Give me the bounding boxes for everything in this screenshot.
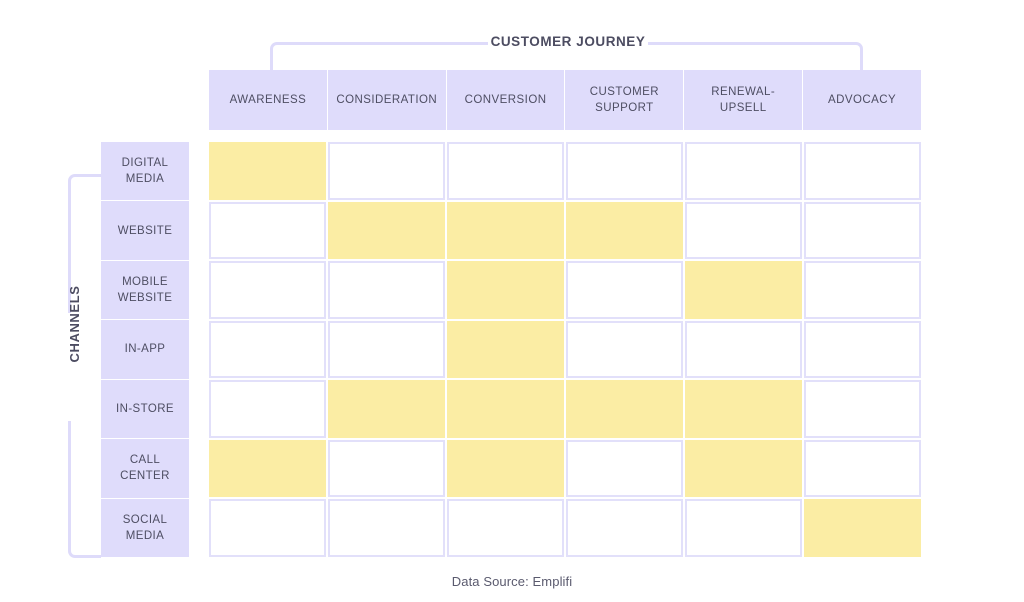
journey-stage-header[interactable]: ADVOCACY [803, 70, 921, 130]
matrix-cell-active[interactable] [685, 439, 802, 498]
journey-stage-header[interactable]: CUSTOMER SUPPORT [565, 70, 684, 130]
matrix-row [209, 142, 921, 200]
matrix-cell-empty[interactable] [328, 142, 445, 200]
matrix-cell-empty[interactable] [804, 320, 921, 379]
journey-stage-header[interactable]: CONVERSION [446, 70, 565, 130]
matrix-cell-empty[interactable] [804, 201, 921, 260]
matrix-cell-active[interactable] [447, 201, 564, 260]
matrix-cell-active[interactable] [209, 142, 326, 200]
matrix-cell-empty[interactable] [447, 142, 564, 200]
matrix-cell-active[interactable] [685, 380, 802, 438]
matrix-cell-active[interactable] [328, 380, 445, 438]
journey-stage-header-row: AWARENESS CONSIDERATION CONVERSION CUSTOMER… [209, 70, 921, 130]
matrix-cell-empty[interactable] [685, 201, 802, 260]
matrix-cell-empty[interactable] [566, 499, 683, 558]
matrix-cell-active[interactable] [804, 499, 921, 558]
matrix-cell-active[interactable] [447, 261, 564, 319]
matrix-cell-active[interactable] [328, 201, 445, 260]
data-source-caption: Data Source: Emplifi [451, 574, 573, 589]
matrix-cell-active[interactable] [566, 201, 683, 260]
matrix-cell-empty[interactable] [209, 499, 326, 558]
channel-label-column: DIGITAL MEDIA WEBSITE MOBILE WEBSITE IN-APP… [101, 142, 189, 557]
journey-bracket-left-arm [270, 42, 488, 70]
matrix-cell-active[interactable] [447, 320, 564, 379]
matrix-cell-empty[interactable] [209, 380, 326, 438]
channel-label[interactable]: MOBILE WEBSITE [101, 260, 189, 320]
channel-label[interactable]: WEBSITE [101, 201, 189, 260]
matrix-cell-active[interactable] [447, 380, 564, 438]
channel-label[interactable]: IN-APP [101, 320, 189, 379]
matrix-cell-empty[interactable] [447, 499, 564, 558]
matrix-cell-active[interactable] [685, 261, 802, 319]
journey-bracket-right-arm [648, 42, 863, 70]
matrix-row [209, 261, 921, 319]
journey-stage-header[interactable]: RENEWAL-UPSELL [684, 70, 803, 130]
matrix-cell-empty[interactable] [685, 499, 802, 558]
matrix-cell-active[interactable] [566, 380, 683, 438]
matrix-cell-empty[interactable] [685, 320, 802, 379]
matrix-row [209, 320, 921, 379]
matrix-row [209, 499, 921, 558]
matrix-cell-empty[interactable] [566, 439, 683, 498]
matrix-cell-active[interactable] [209, 439, 326, 498]
channel-label[interactable]: IN-STORE [101, 379, 189, 439]
journey-stage-header[interactable]: AWARENESS [209, 70, 327, 130]
matrix-cell-empty[interactable] [804, 439, 921, 498]
matrix-cell-empty[interactable] [328, 261, 445, 319]
journey-stage-header[interactable]: CONSIDERATION [327, 70, 446, 130]
matrix-cell-empty[interactable] [328, 320, 445, 379]
matrix-cell-empty[interactable] [566, 320, 683, 379]
matrix-row [209, 380, 921, 438]
matrix-cell-empty[interactable] [328, 499, 445, 558]
matrix-cell-empty[interactable] [804, 142, 921, 200]
coverage-matrix-grid [209, 142, 921, 558]
customer-journey-matrix-figure: CUSTOMER JOURNEY CHANNELS AWARENESS CONSI… [0, 0, 1024, 602]
matrix-cell-empty[interactable] [804, 380, 921, 438]
channel-label[interactable]: CALL CENTER [101, 439, 189, 498]
channel-label[interactable]: SOCIAL MEDIA [101, 498, 189, 557]
matrix-cell-empty[interactable] [328, 439, 445, 498]
matrix-row [209, 439, 921, 498]
matrix-cell-empty[interactable] [566, 142, 683, 200]
matrix-cell-active[interactable] [447, 439, 564, 498]
channels-title: CHANNELS [67, 285, 82, 363]
matrix-cell-empty[interactable] [209, 320, 326, 379]
matrix-cell-empty[interactable] [804, 261, 921, 319]
matrix-cell-empty[interactable] [685, 142, 802, 200]
customer-journey-title: CUSTOMER JOURNEY [488, 33, 648, 51]
matrix-cell-empty[interactable] [209, 201, 326, 260]
matrix-row [209, 201, 921, 260]
matrix-cell-empty[interactable] [566, 261, 683, 319]
channel-label[interactable]: DIGITAL MEDIA [101, 142, 189, 201]
matrix-cell-empty[interactable] [209, 261, 326, 319]
